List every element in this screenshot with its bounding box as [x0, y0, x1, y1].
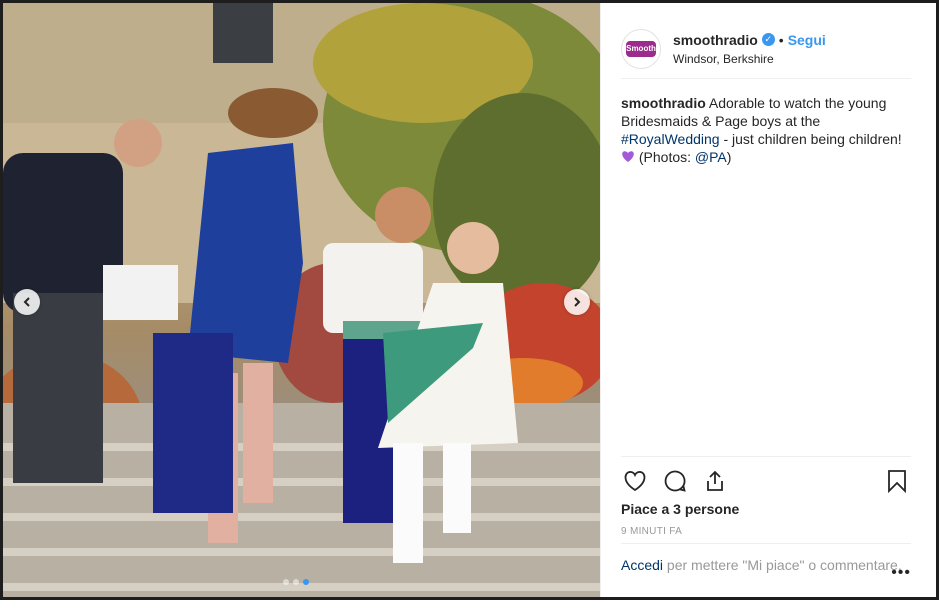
verified-icon: ✓ [761, 33, 775, 46]
more-options-button[interactable]: ••• [891, 564, 911, 582]
comment-button[interactable] [661, 467, 689, 495]
comment-icon [664, 470, 686, 492]
mention-link[interactable]: @PA [695, 149, 727, 165]
chevron-right-icon [574, 297, 581, 307]
location-link[interactable]: Windsor, Berkshire [673, 52, 826, 66]
login-link[interactable]: Accedi [621, 557, 663, 573]
post-header: Smooth smoothradio ✓ • Segui Windsor, Be… [621, 19, 911, 79]
login-text: per mettere "Mi piace" o commentare. [663, 557, 902, 573]
wedding-photo [3, 3, 600, 597]
share-icon [707, 470, 723, 491]
follow-button[interactable]: Segui [788, 32, 826, 48]
chevron-left-icon [23, 297, 30, 307]
share-button[interactable] [701, 467, 729, 495]
purple-heart-icon [622, 151, 634, 162]
caption-text: ) [726, 149, 732, 165]
carousel-indicator [283, 579, 309, 585]
caption-text: - just children being children! [719, 131, 902, 147]
login-prompt: Accedi per mettere "Mi piace" o commenta… [621, 543, 911, 597]
like-button[interactable] [621, 467, 649, 495]
caption-text: (Photos: [635, 149, 695, 165]
avatar[interactable]: Smooth [621, 28, 661, 69]
action-bar [621, 456, 911, 504]
heart-icon [624, 470, 646, 491]
carousel-dot-active [303, 579, 309, 585]
brand-logo: Smooth [626, 40, 656, 57]
user-line: smoothradio ✓ • Segui [673, 32, 826, 48]
next-image-button[interactable] [564, 289, 590, 315]
previous-image-button[interactable] [14, 289, 40, 315]
carousel-dot [293, 579, 299, 585]
carousel-dot [283, 579, 289, 585]
save-button[interactable] [883, 467, 911, 495]
post-caption: smoothradio Adorable to watch the young … [621, 94, 911, 166]
caption-username[interactable]: smoothradio [621, 95, 706, 111]
bookmark-icon [888, 469, 906, 493]
post-sidebar: Smooth smoothradio ✓ • Segui Windsor, Be… [600, 3, 936, 597]
timestamp[interactable]: 9 MINUTI FA [621, 526, 682, 537]
username-link[interactable]: smoothradio [673, 32, 758, 48]
hashtag-link[interactable]: #RoyalWedding [621, 131, 720, 147]
post-modal: Smooth smoothradio ✓ • Segui Windsor, Be… [3, 3, 936, 597]
post-header-text: smoothradio ✓ • Segui Windsor, Berkshire [673, 32, 826, 66]
separator: • [778, 31, 784, 48]
post-photo[interactable] [3, 3, 600, 597]
likes-count[interactable]: Piace a 3 persone [621, 501, 739, 517]
